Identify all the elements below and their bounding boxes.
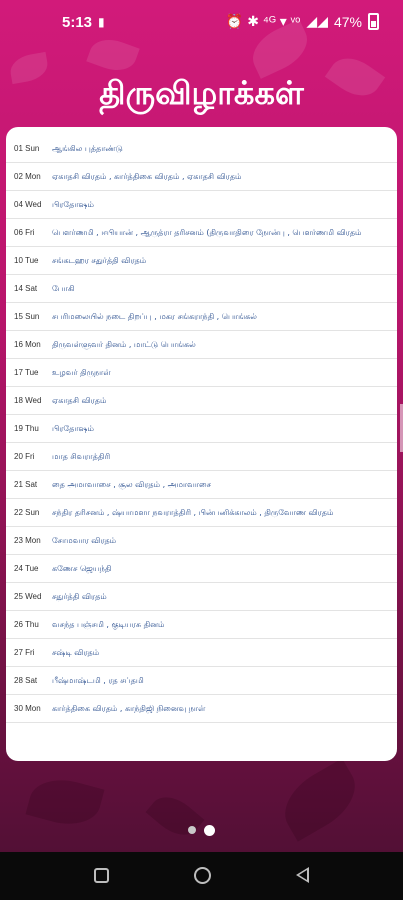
event-text: பிரதோஷம் [52, 199, 94, 209]
list-item[interactable]: 16 Mon திருவள்ளுவர் தினம் , மாட்டு பொங்கல… [6, 331, 397, 359]
list-item[interactable]: 18 Wed ஏகாதசி விரதம் [6, 387, 397, 415]
list-item[interactable]: 06 Fri பௌர்ணமி , ஈபியான் , ஆருத்ரா தரிசனம… [6, 219, 397, 247]
event-date: 15 Sun [14, 312, 40, 321]
list-item[interactable]: 20 Fri மாத சிவராத்திரி [6, 443, 397, 471]
status-indicators: ⏰ ✱ ⁴ᴳ ▾ ᵛᵒ [225, 13, 301, 29]
event-date: 19 Thu [14, 424, 39, 433]
list-item[interactable]: 17 Tue உழவர் திருநாள் [6, 359, 397, 387]
event-text: உழவர் திருநாள் [52, 367, 111, 377]
list-item[interactable]: 27 Fri சஷ்டி விரதம் [6, 639, 397, 667]
list-item[interactable]: 14 Sat போகி [6, 275, 397, 303]
event-text: சங்கடஹர சதுர்த்தி விரதம் [52, 255, 147, 265]
event-text: சதுர்த்தி விரதம் [52, 591, 107, 601]
recent-apps-icon[interactable] [94, 868, 109, 883]
list-item[interactable]: 22 Sun சந்திர தரிசனம் , ஷ்யாமளா நவராத்திர… [6, 499, 397, 527]
event-text: தை அமாவாசை , சூல விரதம் , அமாவாசை [52, 479, 211, 489]
event-text: போகி [52, 283, 75, 293]
list-item[interactable]: 15 Sun சபரிமலையில் நடை திறப்பு , மகர சங்க… [6, 303, 397, 331]
event-text: பிரதோஷம் [52, 423, 94, 433]
event-date: 24 Tue [14, 564, 39, 573]
event-date: 17 Tue [14, 368, 39, 377]
sim-card-icon: ▮ [98, 15, 105, 29]
event-date: 06 Fri [14, 228, 35, 237]
festival-list[interactable]: 01 Sun ஆங்கில புத்தாண்டு 02 Mon ஏகாதசி விரத… [6, 127, 397, 761]
event-date: 10 Tue [14, 256, 39, 265]
event-date: 02 Mon [14, 172, 41, 181]
navigation-bar [0, 852, 403, 900]
list-item[interactable]: 10 Tue சங்கடஹர சதுர்த்தி விரதம் [6, 247, 397, 275]
event-date: 20 Fri [14, 452, 35, 461]
list-item[interactable]: 21 Sat தை அமாவாசை , சூல விரதம் , அமாவாசை [6, 471, 397, 499]
status-time: 5:13 [62, 14, 93, 31]
event-text: சோமவார விரதம் [52, 535, 117, 545]
signal-icon: ◢◢ [306, 13, 328, 29]
list-item[interactable]: 19 Thu பிரதோஷம் [6, 415, 397, 443]
event-date: 30 Mon [14, 704, 41, 713]
list-item[interactable]: 24 Tue கணேச ஜெயந்தி [6, 555, 397, 583]
event-text: ஆங்கில புத்தாண்டு [52, 143, 123, 153]
back-icon[interactable] [296, 867, 309, 883]
event-text: வசந்த பஞ்சமி , குடியரசு தினம் [52, 619, 165, 629]
event-date: 23 Mon [14, 536, 41, 545]
list-item[interactable]: 01 Sun ஆங்கில புத்தாண்டு [6, 135, 397, 163]
event-date: 04 Wed [14, 200, 42, 209]
battery-percent: 47% [333, 13, 362, 30]
event-date: 27 Fri [14, 648, 35, 657]
list-item[interactable]: 04 Wed பிரதோஷம் [6, 191, 397, 219]
event-text: ஏகாதசி விரதம் [52, 395, 107, 405]
list-item[interactable]: 26 Thu வசந்த பஞ்சமி , குடியரசு தினம் [6, 611, 397, 639]
event-date: 22 Sun [14, 508, 40, 517]
list-item[interactable]: 30 Mon கார்த்திகை விரதம் , காந்திஜி நினைவ… [6, 695, 397, 723]
event-text: மாத சிவராத்திரி [52, 451, 111, 461]
event-text: கார்த்திகை விரதம் , காந்திஜி நினைவு நாள் [52, 703, 206, 713]
event-text: கணேச ஜெயந்தி [52, 563, 112, 573]
event-date: 16 Mon [14, 340, 41, 349]
event-date: 21 Sat [14, 480, 38, 489]
event-date: 14 Sat [14, 284, 38, 293]
event-date: 28 Sat [14, 676, 38, 685]
status-icons: ⏰ ✱ ⁴ᴳ ▾ ᵛᵒ ◢◢ 47% [226, 13, 379, 30]
event-text: சபரிமலையில் நடை திறப்பு , மகர சங்கராந்தி… [52, 311, 257, 321]
event-text: பீஷ்மாஷ்டமி , ரத சப்தமி [52, 675, 144, 685]
background-leaf [25, 771, 105, 833]
event-text: பௌர்ணமி , ஈபியான் , ஆருத்ரா தரிசனம் (திர… [52, 227, 362, 237]
page-dot-active[interactable] [204, 825, 215, 836]
list-item[interactable]: 02 Mon ஏகாதசி விரதம் , கார்த்திகை விரதம் … [6, 163, 397, 191]
home-icon[interactable] [194, 867, 211, 884]
event-date: 25 Wed [14, 592, 42, 601]
event-date: 18 Wed [14, 396, 42, 405]
page-dot[interactable] [188, 826, 196, 834]
battery-icon [368, 13, 379, 30]
list-item[interactable]: 28 Sat பீஷ்மாஷ்டமி , ரத சப்தமி [6, 667, 397, 695]
page-indicator [0, 825, 403, 836]
event-date: 01 Sun [14, 144, 40, 153]
event-text: ஏகாதசி விரதம் , கார்த்திகை விரதம் , ஏகாத… [52, 171, 242, 181]
list-item[interactable]: 23 Mon சோமவார விரதம் [6, 527, 397, 555]
page-title: திருவிழாக்கள் [99, 74, 304, 112]
event-text: திருவள்ளுவர் தினம் , மாட்டு பொங்கல் [52, 339, 196, 349]
list-item[interactable]: 25 Wed சதுர்த்தி விரதம் [6, 583, 397, 611]
status-bar: 5:13 ▮ ⏰ ✱ ⁴ᴳ ▾ ᵛᵒ ◢◢ 47% [0, 0, 403, 48]
event-text: சந்திர தரிசனம் , ஷ்யாமளா நவராத்திரி , பி… [52, 507, 334, 517]
event-text: சஷ்டி விரதம் [52, 647, 100, 657]
event-date: 26 Thu [14, 620, 39, 629]
